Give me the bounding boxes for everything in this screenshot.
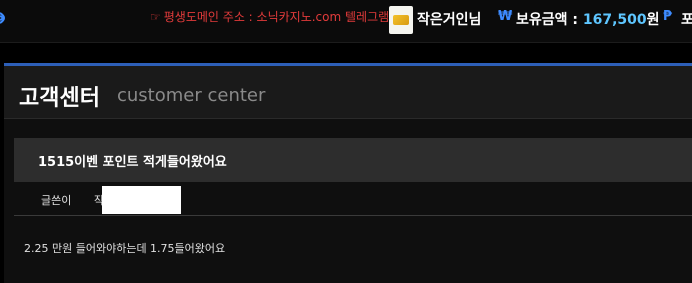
balance-display: 보유금액 : 167,500원 [516,9,660,29]
page-subtitle: customer center [117,85,266,106]
redacted-author-block [102,186,181,214]
point-label: 포 [681,12,692,28]
balance-unit: 원 [646,12,660,28]
domain-notice-text: 평생도메인 주소 : 소닉카지노.com 텔레그램: [163,10,394,24]
signal-icon [0,12,5,24]
post-title: 1515이벤 포인트 적게들어왔어요 [38,155,227,170]
balance-label: 보유금액 : [516,12,583,28]
level-badge-icon [393,15,409,25]
panel-header: 고객센터 customer center [4,66,692,119]
top-bar: ☞ 평생도메인 주소 : 소닉카지노.com 텔레그램: 작은거인님 ₩ 보유금액… [0,0,692,43]
won-currency-icon: ₩ [498,9,513,24]
author-label: 글쓴이 [41,194,72,207]
domain-notice: ☞ 평생도메인 주소 : 소닉카지노.com 텔레그램: [150,8,393,25]
post-body: 2.25 만원 들어와야하는데 1.75들어왔어요 [24,242,226,255]
user-nickname[interactable]: 작은거인님 [417,9,481,29]
post-meta-row: 글쓴이 작 [14,182,692,216]
post-title-bar: 1515이벤 포인트 적게들어왔어요 [14,138,692,182]
point-icon: ₱ [663,9,673,24]
hand-pointing-icon: ☞ [150,10,161,24]
balance-amount: 167,500 [582,12,647,28]
customer-center-panel: 고객센터 customer center 1515이벤 포인트 적게들어왔어요 … [4,63,692,283]
page: ☞ 평생도메인 주소 : 소닉카지노.com 텔레그램: 작은거인님 ₩ 보유금액… [0,0,692,283]
page-title: 고객센터 [19,86,100,111]
user-level-icon [389,6,413,34]
